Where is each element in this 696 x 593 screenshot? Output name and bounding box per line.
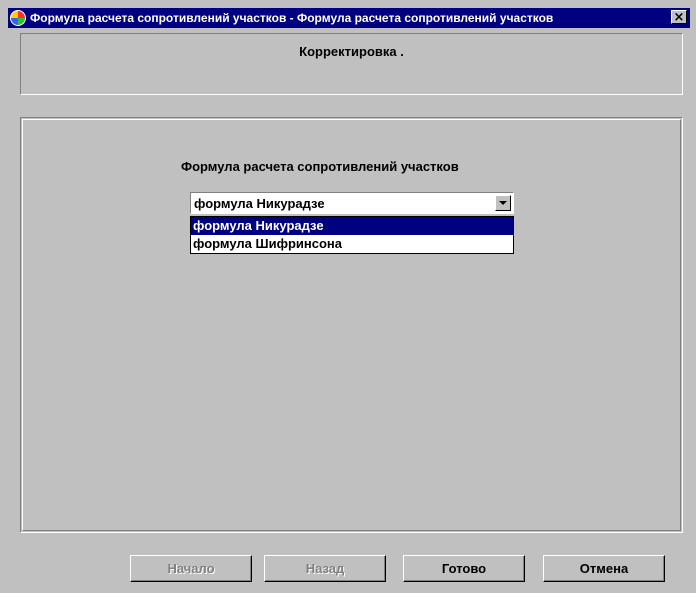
- dropdown-option-shifrinson[interactable]: формула Шифринсона: [191, 235, 513, 253]
- combobox-value: формула Никурадзе: [194, 196, 325, 211]
- cancel-button[interactable]: Отмена: [543, 555, 665, 582]
- window-title: Формула расчета сопротивлений участков -…: [30, 11, 554, 25]
- close-icon: ×: [673, 9, 685, 25]
- done-button[interactable]: Готово: [403, 555, 525, 582]
- main-panel: Формула расчета сопротивлений участков ф…: [20, 117, 683, 533]
- start-button[interactable]: Начало: [130, 555, 252, 582]
- wizard-window: Формула расчета сопротивлений участков -…: [0, 0, 696, 593]
- close-button[interactable]: ×: [671, 10, 687, 24]
- formula-combobox[interactable]: формула Никурадзе: [190, 192, 514, 214]
- title-bar[interactable]: Формула расчета сопротивлений участков -…: [8, 8, 690, 28]
- app-icon: [10, 10, 26, 26]
- chevron-down-icon[interactable]: [495, 195, 511, 211]
- header-panel: Корректировка .: [20, 33, 683, 95]
- formula-dropdown-list: формула Никурадзе формула Шифринсона: [190, 216, 514, 254]
- formula-label: Формула расчета сопротивлений участков: [181, 159, 459, 174]
- back-button[interactable]: Назад: [264, 555, 386, 582]
- header-title: Корректировка .: [299, 44, 404, 59]
- dropdown-option-nikuradze[interactable]: формула Никурадзе: [191, 217, 513, 235]
